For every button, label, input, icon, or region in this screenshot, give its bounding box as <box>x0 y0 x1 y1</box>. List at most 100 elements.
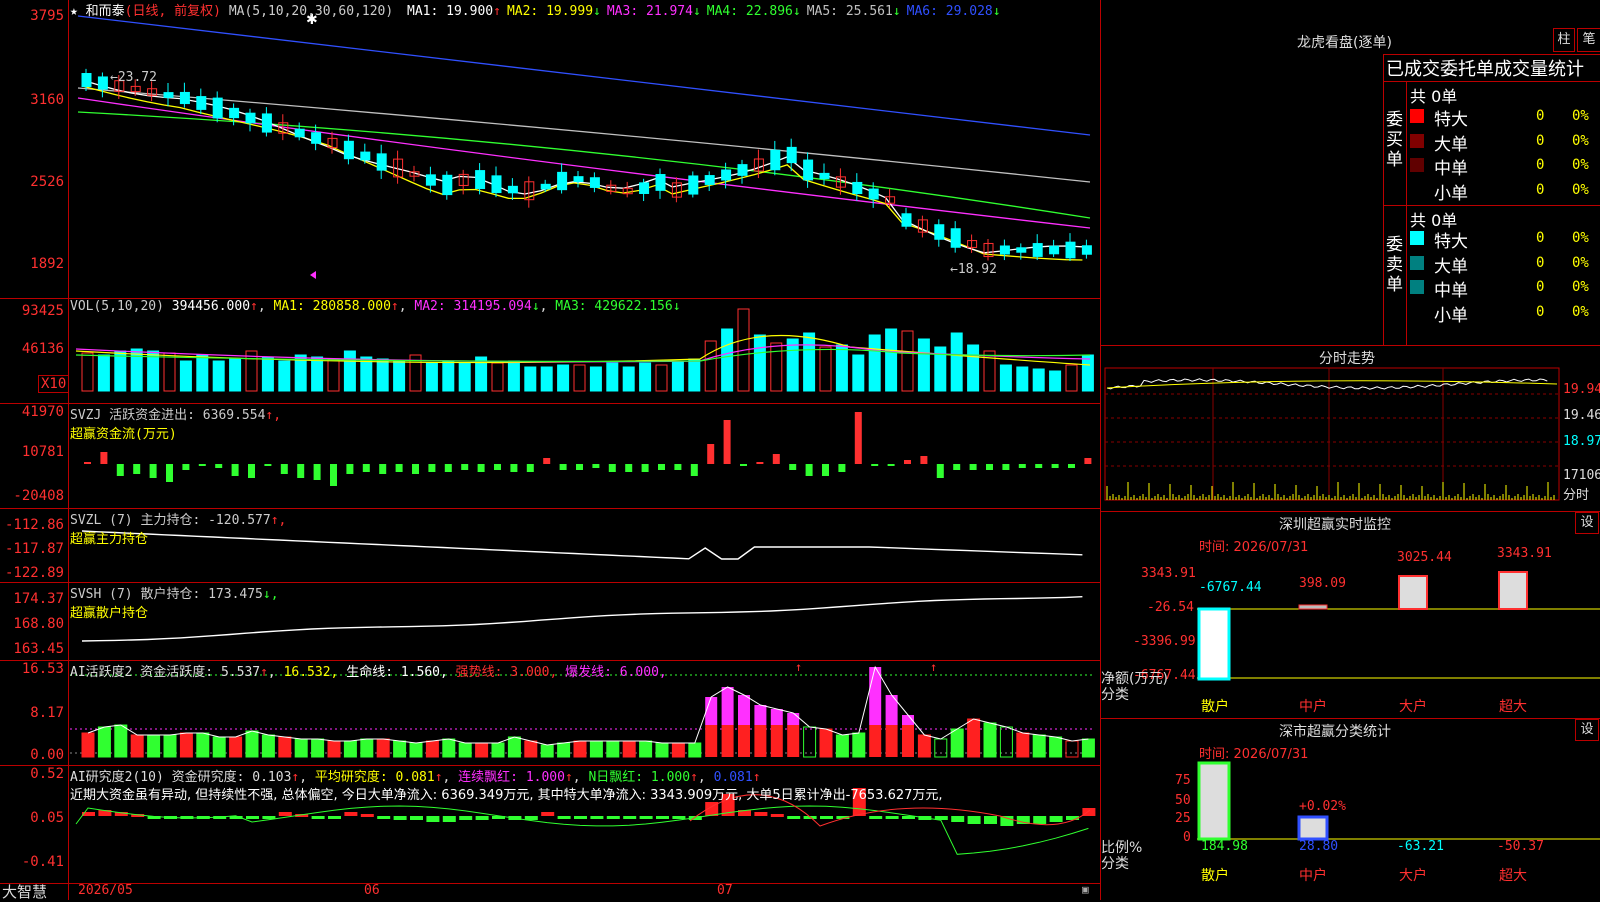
ma-item-1: MA1: 19.900 <box>407 4 494 19</box>
volume-bar <box>491 362 504 392</box>
activity-bar-core <box>885 725 898 757</box>
fund-flow-bar <box>461 464 469 470</box>
intraday-price-line <box>1106 378 1548 390</box>
fund-flow-bar <box>904 460 911 464</box>
candle-body <box>245 112 256 124</box>
sz-monitor-panel[interactable]: 深圳超赢实时监控 设 时间: 2026/07/31 3343.91 -26.54… <box>1101 512 1600 719</box>
volume-bar <box>999 364 1012 392</box>
fund-flow-bar <box>477 464 485 472</box>
ai-active-pane[interactable]: ↑ ↑ AI活跃度2 资金活跃度: 5.537↑, 16.532, 生命线: 1.… <box>0 661 1100 766</box>
activity-bar <box>491 742 505 758</box>
volume-header: VOL(5,10,20) 394456.000↑, MA1: 280858.00… <box>70 299 681 314</box>
ma5-line <box>77 87 1091 183</box>
stat-row-label: 小单 <box>1434 305 1468 326</box>
activity-bar <box>671 742 685 758</box>
ai-active-v2: 16.532, <box>283 665 339 680</box>
footer-bar: 大智慧 2026/05 06 07 ▣ <box>0 883 1100 901</box>
ai-research-pane[interactable]: AI研究度2(10) 资金研究度: 0.103↑, 平均研究度: 0.081↑,… <box>0 766 1100 884</box>
volume-bars[interactable] <box>0 299 1100 403</box>
stat-row-pct: 0% <box>1572 230 1589 246</box>
price-candles[interactable]: ✱ <box>0 0 1100 298</box>
volume-bar <box>901 330 914 392</box>
research-bar <box>770 814 784 817</box>
activity-bar <box>343 740 357 758</box>
research-bar <box>1049 816 1063 822</box>
intraday-panel[interactable]: 分时走势 19.94 19.46 18.97 17106 分时 <box>1101 346 1600 512</box>
date-tick-2: 07 <box>717 883 733 898</box>
activity-bar-core <box>738 725 750 757</box>
activity-bar <box>917 734 931 758</box>
svsh-pane[interactable]: SVSH (7) 散户持仓: 173.475↓, 超赢散户持仓 174.37 1… <box>0 583 1100 661</box>
fund-flow-bar <box>953 464 961 470</box>
price-pane[interactable]: ✱ ★ 和而泰(日线, 前复权) MA(5,10,20,30,60,120) M… <box>0 0 1100 299</box>
favorite-star-icon[interactable]: ★ <box>70 4 78 19</box>
volume-bar <box>425 362 438 392</box>
activity-bar-high <box>787 713 800 725</box>
mon-bar-label-3: 3343.91 <box>1497 546 1552 561</box>
legend-swatch <box>1410 280 1424 294</box>
lock-icon[interactable]: ▣ <box>1082 883 1089 896</box>
svzj-tick-0: 41970 <box>21 404 64 420</box>
ai-research-v4: N日飘红: 1.000 <box>588 770 691 785</box>
mon-cat-0: 散户 <box>1201 699 1229 715</box>
stock-name: 和而泰 <box>85 4 125 19</box>
fund-flow-bar <box>690 464 698 476</box>
fund-flow-bar <box>100 452 108 464</box>
volume-bar <box>835 344 848 392</box>
activity-bar <box>540 744 554 758</box>
ai-active-label: AI活跃度2 资金活跃度: 5.537 <box>70 665 261 680</box>
volume-pane[interactable]: VOL(5,10,20) 394456.000↑, MA1: 280858.00… <box>0 299 1100 404</box>
fund-flow-bar <box>543 458 551 464</box>
svzl-pane[interactable]: SVZL (7) 主力持仓: -120.577↑, 超赢主力持仓 -112.86… <box>0 509 1100 583</box>
svzl-arrow: ↑, <box>270 513 287 528</box>
research-bar <box>885 816 899 819</box>
ma-item-arrow-3: ↓ <box>692 4 701 19</box>
svzl-tick-1: -117.87 <box>4 541 64 557</box>
activity-bar <box>819 728 833 758</box>
period-label[interactable]: (日线, 前复权) <box>125 4 221 19</box>
price-header: ★ 和而泰(日线, 前复权) MA(5,10,20,30,60,120) MA1… <box>70 0 1001 19</box>
candle-body <box>688 175 699 195</box>
candle-body <box>786 146 797 164</box>
stat-row-pct: 0% <box>1572 181 1589 198</box>
cls-value-0: 184.98 <box>1201 839 1248 854</box>
fund-flow-bar <box>313 464 321 480</box>
stat-row-pct: 0% <box>1572 132 1589 149</box>
volume-bar <box>557 364 570 392</box>
svzl-header: SVZL (7) 主力持仓: -120.577↑, 超赢主力持仓 <box>70 509 286 547</box>
res-tick-0: 0.52 <box>30 766 64 782</box>
research-bar <box>1000 816 1014 826</box>
ai-active-v4: 强势线: 3.000, <box>455 665 558 680</box>
ma-item-4: MA4: 22.896 <box>706 4 793 19</box>
price-tick-1: 3160 <box>30 92 64 108</box>
fund-flow-bar <box>986 464 993 470</box>
monitor-bars[interactable] <box>1101 512 1600 718</box>
research-bar <box>311 816 325 819</box>
stats-box: 已成交委托单成交量统计 委买单 委卖单 共 0单 共 0单 特大 0 0% 大单 0 0%… <box>1383 54 1600 346</box>
activity-bar <box>147 734 161 758</box>
volume-bar <box>786 338 799 392</box>
stat-row-count: 0 <box>1536 279 1545 295</box>
candle-body <box>819 172 830 180</box>
volume-bar <box>278 360 291 392</box>
candle-body <box>639 182 650 194</box>
fund-flow-bar <box>84 462 91 464</box>
volume-bar <box>704 340 717 392</box>
stat-row-pct: 0% <box>1572 254 1589 271</box>
volume-bar <box>507 360 520 392</box>
main-chart-area[interactable]: ✱ ★ 和而泰(日线, 前复权) MA(5,10,20,30,60,120) M… <box>0 0 1100 901</box>
vol-ma1: MA1: 280858.000 <box>273 299 391 314</box>
mon-bar-xlarge <box>1498 571 1528 610</box>
y-axis-line <box>68 0 69 900</box>
tick-view-button[interactable]: 笔 <box>1577 28 1600 52</box>
activity-bar <box>639 740 653 758</box>
activity-bar <box>655 742 669 758</box>
intraday-chart[interactable] <box>1101 346 1600 511</box>
column-view-button[interactable]: 柱 <box>1553 28 1575 52</box>
ma-item-2: MA2: 19.999 <box>506 4 594 19</box>
research-bar <box>590 816 604 819</box>
svzj-pane[interactable]: SVZJ 活跃资金进出: 6369.554↑, 超赢资金流(万元) 41970 … <box>0 404 1100 509</box>
candle-body <box>425 174 436 186</box>
candle-body <box>360 151 371 161</box>
sz-class-panel[interactable]: 深市超赢分类统计 设 时间: 2026/07/31 75 50 25 0 比例%… <box>1101 719 1600 900</box>
